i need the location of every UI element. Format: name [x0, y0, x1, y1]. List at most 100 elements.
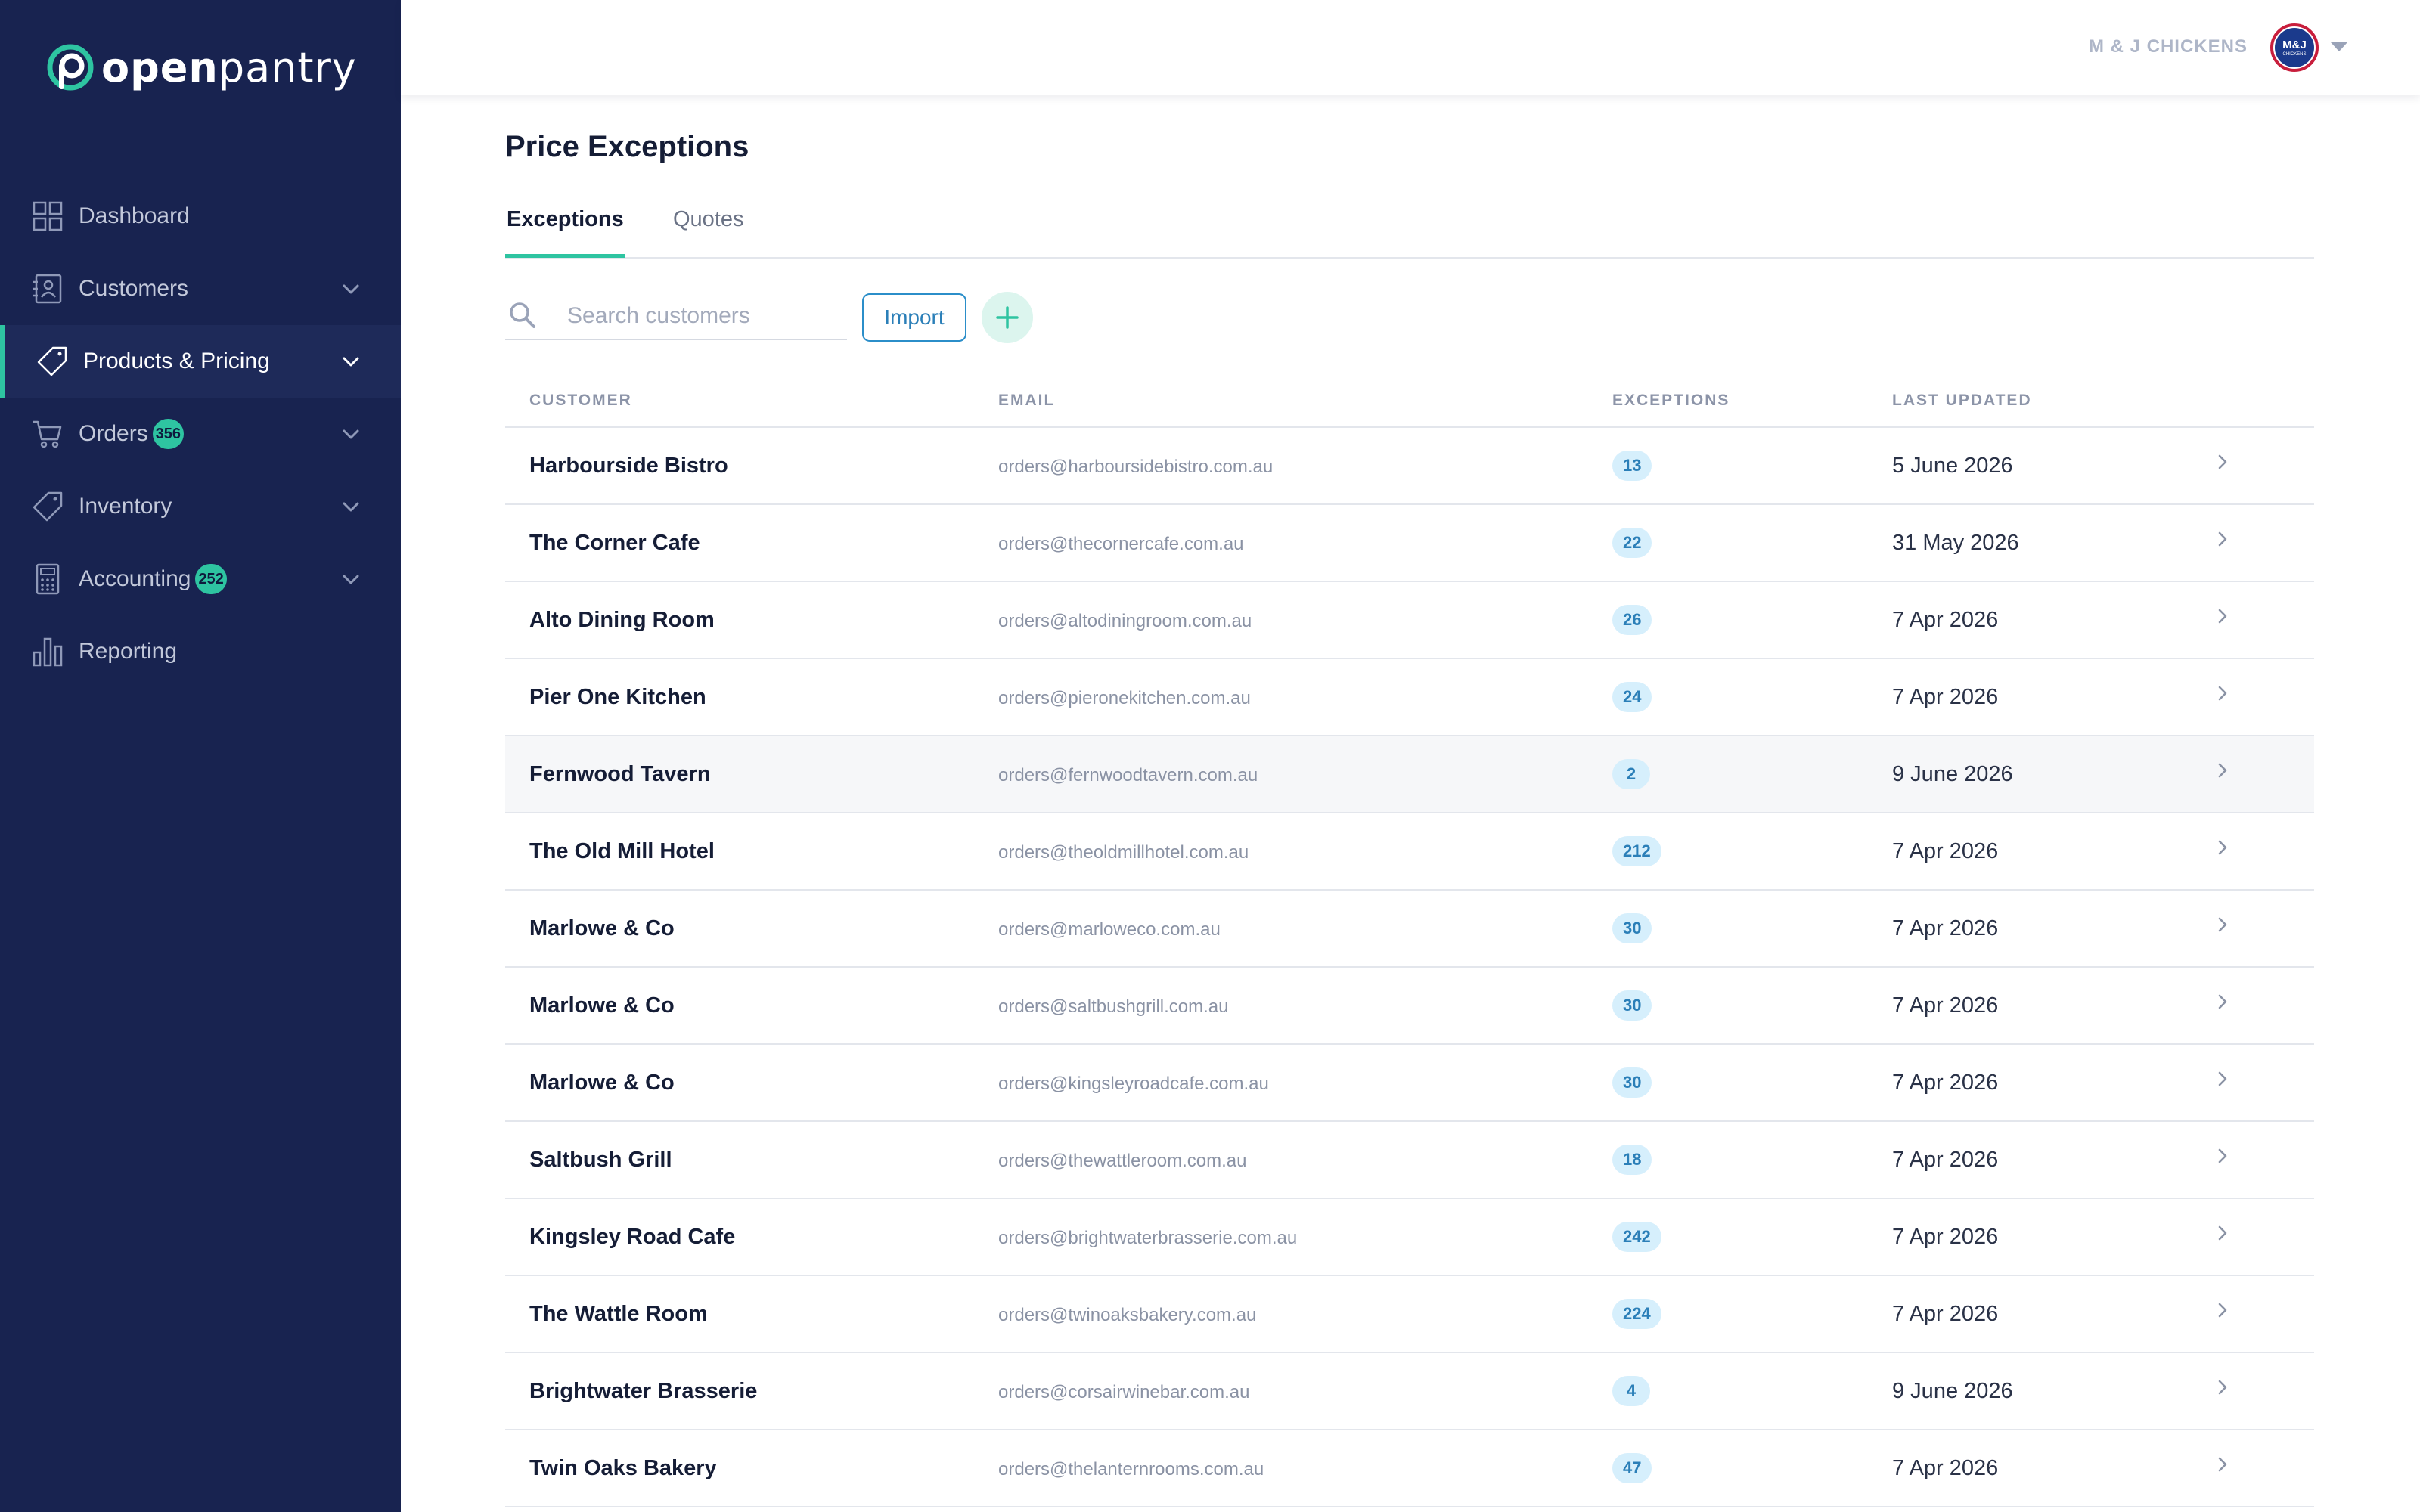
chevron-right-icon[interactable] [2213, 761, 2232, 780]
chevron-down-icon[interactable] [340, 278, 361, 299]
table-row[interactable]: Fernwood Tavern orders@fernwoodtavern.com… [505, 736, 2314, 813]
openpantry-logo[interactable]: openpantry [44, 41, 357, 94]
chevron-right-icon[interactable] [2213, 1146, 2232, 1166]
customer-name: Harbourside Bistro [529, 454, 728, 478]
exceptions-table: CUSTOMER EMAIL EXCEPTIONS LAST UPDATED H… [505, 381, 2314, 1507]
customer-name: Kingsley Road Cafe [529, 1225, 736, 1249]
customer-name: Saltbush Grill [529, 1148, 672, 1172]
avatar-logo: M&J CHICKENS [2275, 28, 2314, 67]
sidebar-item-label: Dashboard [79, 203, 190, 228]
last-updated-date: 7 Apr 2026 [1892, 608, 1999, 632]
account-dropdown-caret-icon[interactable] [2331, 42, 2347, 51]
column-header-last-updated[interactable]: LAST UPDATED [1892, 392, 2032, 410]
exceptions-count-badge: 22 [1612, 528, 1652, 558]
customer-email: orders@kingsleyroadcafe.com.au [998, 1074, 1269, 1094]
chevron-right-icon[interactable] [2213, 1069, 2232, 1089]
table-row[interactable]: Alto Dining Room orders@altodiningroom.co… [505, 582, 2314, 659]
table-body: Harbourside Bistro orders@harboursidebist… [505, 428, 2314, 1507]
last-updated-date: 7 Apr 2026 [1892, 1148, 1999, 1172]
customer-name: The Wattle Room [529, 1302, 708, 1326]
sidebar-item-dashboard[interactable]: Dashboard [0, 180, 401, 253]
table-row[interactable]: Pier One Kitchen orders@pieronekitchen.co… [505, 659, 2314, 736]
customer-email: orders@thecornercafe.com.au [998, 534, 1244, 554]
last-updated-date: 31 May 2026 [1892, 531, 2019, 555]
sidebar-item-label: Accounting [79, 566, 191, 591]
table-row[interactable]: The Old Mill Hotel orders@theoldmillhotel… [505, 813, 2314, 891]
last-updated-date: 7 Apr 2026 [1892, 1456, 1999, 1480]
table-row[interactable]: Harbourside Bistro orders@harboursidebist… [505, 428, 2314, 505]
chevron-down-icon[interactable] [340, 496, 361, 517]
last-updated-date: 7 Apr 2026 [1892, 1225, 1999, 1249]
bar-chart-icon [33, 637, 63, 667]
sidebar-item-label: Reporting [79, 639, 178, 664]
chevron-right-icon[interactable] [2213, 915, 2232, 934]
table-row[interactable]: Marlowe & Co orders@marloweco.com.au 30 7 A… [505, 891, 2314, 968]
chevron-right-icon[interactable] [2213, 529, 2232, 549]
chevron-right-icon[interactable] [2213, 452, 2232, 472]
sidebar-item-reporting[interactable]: Reporting [0, 615, 401, 688]
sidebar-item-products-and-pricing[interactable]: Products & Pricing [0, 325, 401, 398]
exceptions-count-badge: 2 [1612, 759, 1650, 789]
customer-email: orders@thelanternrooms.com.au [998, 1459, 1264, 1479]
sidebar-item-label: Orders [79, 421, 148, 446]
table-row[interactable]: Saltbush Grill orders@thewattleroom.com.a… [505, 1122, 2314, 1199]
customer-email: orders@twinoaksbakery.com.au [998, 1305, 1257, 1325]
table-row[interactable]: Kingsley Road Cafe orders@brightwaterbras… [505, 1199, 2314, 1276]
chevron-right-icon[interactable] [2213, 838, 2232, 857]
tab-exceptions[interactable]: Exceptions [507, 207, 624, 232]
customer-name: Brightwater Brasserie [529, 1379, 758, 1403]
table-row[interactable]: Twin Oaks Bakery orders@thelanternrooms.c… [505, 1430, 2314, 1507]
exceptions-count-badge: 13 [1612, 451, 1652, 481]
chevron-down-icon[interactable] [340, 423, 361, 445]
column-header-customer[interactable]: CUSTOMER [529, 392, 632, 410]
customer-name: Marlowe & Co [529, 1070, 675, 1095]
table-row[interactable]: The Corner Cafe orders@thecornercafe.com.… [505, 505, 2314, 582]
sidebar-item-badge: 252 [195, 564, 227, 594]
column-header-exceptions[interactable]: EXCEPTIONS [1612, 392, 1730, 410]
tab-quotes[interactable]: Quotes [673, 207, 744, 232]
exceptions-count-badge: 30 [1612, 913, 1652, 943]
chevron-right-icon[interactable] [2213, 1223, 2232, 1243]
sidebar-item-accounting[interactable]: Accounting 252 [0, 543, 401, 615]
sidebar-item-inventory[interactable]: Inventory [0, 470, 401, 543]
chevron-right-icon[interactable] [2213, 1377, 2232, 1397]
table-row[interactable]: Marlowe & Co orders@kingsleyroadcafe.com.… [505, 1045, 2314, 1122]
chevron-right-icon[interactable] [2213, 1300, 2232, 1320]
sidebar-item-orders[interactable]: Orders 356 [0, 398, 401, 470]
customer-email: orders@altodiningroom.com.au [998, 611, 1252, 631]
exceptions-count-badge: 30 [1612, 990, 1652, 1021]
account-avatar[interactable]: M&J CHICKENS [2270, 23, 2319, 72]
chevron-right-icon[interactable] [2213, 606, 2232, 626]
last-updated-date: 7 Apr 2026 [1892, 1070, 1999, 1095]
customer-name: Pier One Kitchen [529, 685, 706, 709]
sidebar-item-customers[interactable]: Customers [0, 253, 401, 325]
logo-wordmark: openpantry [101, 43, 357, 91]
table-row[interactable]: Marlowe & Co orders@saltbushgrill.com.au 3… [505, 968, 2314, 1045]
last-updated-date: 7 Apr 2026 [1892, 916, 1999, 940]
customer-name: Fernwood Tavern [529, 762, 711, 786]
chevron-right-icon[interactable] [2213, 683, 2232, 703]
shopping-cart-icon [33, 420, 62, 448]
last-updated-date: 7 Apr 2026 [1892, 685, 1999, 709]
last-updated-date: 9 June 2026 [1892, 762, 2013, 786]
page-title: Price Exceptions [505, 130, 749, 163]
chevron-down-icon[interactable] [340, 351, 361, 372]
exceptions-count-badge: 224 [1612, 1299, 1661, 1329]
import-button[interactable]: Import [862, 293, 966, 342]
add-exception-button[interactable] [982, 292, 1033, 343]
customer-email: orders@corsairwinebar.com.au [998, 1382, 1250, 1402]
table-row[interactable]: Brightwater Brasserie orders@corsairwineb… [505, 1353, 2314, 1430]
customer-name: The Corner Cafe [529, 531, 700, 555]
customer-name: Alto Dining Room [529, 608, 715, 632]
chevron-right-icon[interactable] [2213, 992, 2232, 1012]
chevron-right-icon[interactable] [2213, 1455, 2232, 1474]
avatar-text: M&J [2282, 38, 2307, 51]
exceptions-count-badge: 18 [1612, 1145, 1652, 1175]
exceptions-count-badge: 242 [1612, 1222, 1661, 1252]
table-row[interactable]: The Wattle Room orders@twinoaksbakery.com… [505, 1276, 2314, 1353]
account-name[interactable]: M & J CHICKENS [2089, 36, 2248, 57]
chevron-down-icon[interactable] [340, 569, 361, 590]
column-header-email[interactable]: EMAIL [998, 392, 1055, 410]
search-input[interactable] [567, 298, 839, 334]
exceptions-count-badge: 4 [1612, 1376, 1650, 1406]
